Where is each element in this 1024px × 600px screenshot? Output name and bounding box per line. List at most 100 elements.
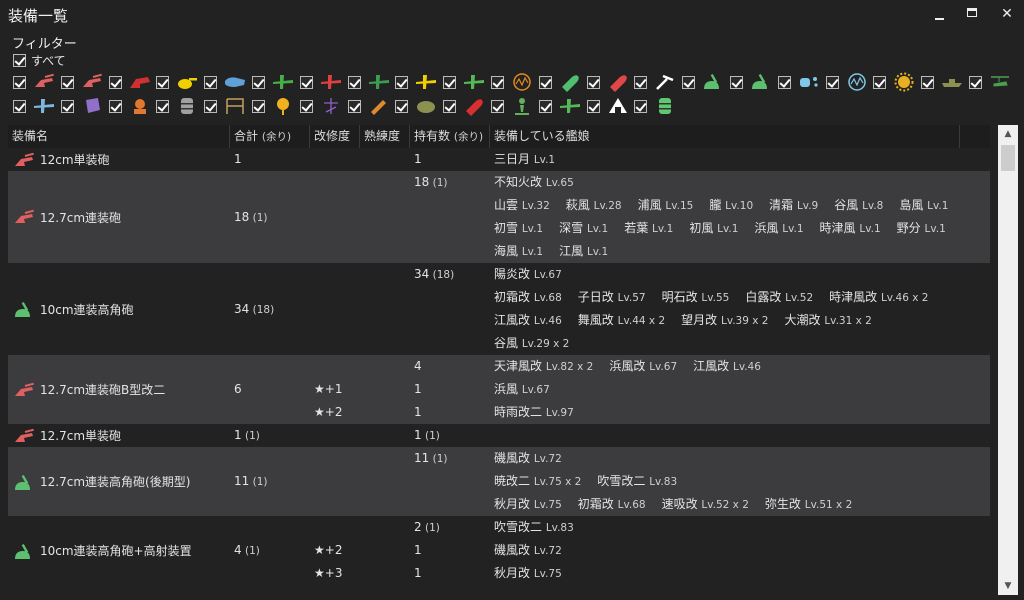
filter-checkbox[interactable] — [156, 75, 170, 89]
owned-count: 1 — [414, 566, 422, 580]
filter-checkbox[interactable] — [538, 75, 552, 89]
filter-item-dive-bomber[interactable] — [299, 71, 348, 93]
filter-checkbox[interactable] — [682, 75, 696, 89]
filter-checkbox[interactable] — [968, 75, 982, 89]
scroll-thumb[interactable] — [1001, 145, 1015, 171]
filter-checkbox[interactable] — [586, 75, 600, 89]
filter-item-engine[interactable] — [873, 71, 921, 93]
filter-item-landing-craft[interactable] — [921, 71, 969, 93]
filter-item-aa-shell[interactable] — [538, 71, 587, 93]
vertical-scrollbar[interactable]: ▲ ▼ — [998, 125, 1018, 595]
filter-item-recon-plane[interactable] — [395, 71, 443, 93]
filter-checkbox[interactable] — [299, 99, 313, 113]
filter-checkbox[interactable] — [204, 75, 218, 89]
header-total[interactable]: 合計 (余り) — [230, 125, 310, 148]
filter-item-aa-director[interactable] — [395, 95, 443, 117]
filter-checkbox[interactable] — [586, 99, 600, 113]
filter-item-extra-armor[interactable] — [60, 95, 109, 117]
filter-item-ration[interactable] — [586, 95, 635, 117]
filter-checkbox[interactable] — [777, 75, 791, 89]
filter-checkbox[interactable] — [395, 99, 409, 113]
filter-item-repair-facility[interactable] — [204, 95, 252, 117]
table-row[interactable]: 12.7cm連装砲 18 (1) 18 (1) 不知火改 Lv.65 山雲 Lv.32 萩… — [8, 171, 990, 263]
owned-count: 1 — [414, 152, 422, 166]
filter-checkbox[interactable] — [538, 99, 552, 113]
filter-checkbox[interactable] — [204, 99, 218, 113]
equipment-name-cell: 12.7cm連装砲 — [12, 208, 121, 226]
filter-item-drum-canister[interactable] — [156, 95, 204, 117]
table-row[interactable]: 12.7cm連装砲B型改二 6 4 天津風改 Lv.82 x 2 浜風改 Lv.67 江風… — [8, 355, 990, 424]
filter-checkbox[interactable] — [921, 75, 935, 89]
filter-checkbox[interactable] — [108, 75, 122, 89]
filter-checkbox[interactable] — [156, 99, 170, 113]
filter-item-rocket[interactable] — [443, 95, 491, 117]
filter-item-medium-gun[interactable] — [60, 71, 109, 93]
filter-item-depth-charge[interactable] — [777, 71, 826, 93]
filter-item-aa-gun[interactable] — [682, 71, 730, 93]
torpedo-bomber-icon — [367, 72, 391, 92]
scroll-down-button[interactable]: ▼ — [998, 577, 1018, 595]
header-ships[interactable]: 装備している艦娘 — [490, 125, 960, 148]
filter-item-seaplane[interactable] — [443, 71, 491, 93]
maximize-button[interactable] — [958, 3, 986, 25]
minimize-button[interactable] — [925, 3, 953, 25]
header-owned[interactable]: 持有数 (余り) — [410, 125, 490, 148]
table-row[interactable]: 10cm連装高角砲+高射装置 4 (1) 2 (1) 吹雪改二 Lv.83 ★+2 1 磯風… — [8, 516, 990, 585]
filter-item-fighter[interactable] — [251, 71, 300, 93]
filter-checkbox[interactable] — [729, 75, 743, 89]
filter-checkbox[interactable] — [825, 75, 839, 89]
title-bar[interactable]: 装備一覧 ✕ — [0, 0, 1024, 28]
filter-item-asw-patrol[interactable] — [13, 95, 61, 117]
filter-checkbox[interactable] — [60, 99, 74, 113]
filter-item-secondary-gun[interactable] — [156, 71, 204, 93]
filter-item-radar[interactable] — [490, 71, 539, 93]
filter-item-star-shell[interactable] — [251, 95, 300, 117]
filter-checkbox[interactable] — [490, 75, 504, 89]
filter-item-damecon[interactable] — [634, 71, 682, 93]
filter-checkbox[interactable] — [490, 99, 504, 113]
header-improve[interactable]: 改修度 — [310, 125, 360, 148]
filter-item-autogyro[interactable] — [968, 71, 1017, 93]
filter-checkbox[interactable] — [443, 99, 457, 113]
filter-checkbox[interactable] — [251, 99, 265, 113]
filter-checkbox[interactable] — [634, 75, 648, 89]
damecon-icon — [653, 72, 677, 92]
filter-checkbox[interactable] — [873, 75, 887, 89]
filter-item-torpedo-bomber[interactable] — [347, 71, 396, 93]
filter-checkbox[interactable] — [60, 75, 74, 89]
filter-checkbox[interactable] — [108, 99, 122, 113]
filter-item-torpedo[interactable] — [204, 71, 252, 93]
filter-item-small-gun[interactable] — [13, 71, 61, 93]
filter-item-sonar[interactable] — [825, 71, 874, 93]
table-row[interactable]: 10cm連装高角砲 34 (18) 34 (18) 陽炎改 Lv.67 初霜改 Lv.6… — [8, 263, 990, 355]
filter-checkbox[interactable] — [13, 75, 26, 89]
filter-item-command-facility[interactable] — [299, 95, 348, 117]
filter-checkbox[interactable] — [634, 99, 648, 113]
ap-shell-icon — [606, 72, 630, 92]
filter-checkbox[interactable] — [347, 99, 361, 113]
filter-checkbox[interactable] — [347, 75, 361, 89]
header-name[interactable]: 装備名 — [8, 125, 230, 148]
table-row[interactable]: 12.7cm連装高角砲(後期型) 11 (1) 11 (1) 磯風改 Lv.72 暁改二… — [8, 447, 990, 516]
filter-item-searchlight[interactable] — [108, 95, 157, 117]
filter-item-high-angle-gun[interactable] — [729, 71, 778, 93]
filter-checkbox[interactable] — [395, 75, 409, 89]
filter-item-aviation-personnel[interactable] — [347, 95, 396, 117]
table-row[interactable]: 12.7cm単装砲 1 (1) 1 (1) — [8, 424, 990, 447]
close-button[interactable]: ✕ — [993, 3, 1021, 25]
filter-item-flying-boat[interactable] — [538, 95, 587, 117]
filter-item-supply[interactable] — [634, 95, 682, 117]
filter-all-checkbox[interactable] — [13, 53, 26, 67]
filter-checkbox[interactable] — [251, 75, 265, 89]
improvement-level: ★+2 — [314, 405, 343, 419]
filter-item-large-gun[interactable] — [108, 71, 157, 93]
header-skill[interactable]: 熟練度 — [360, 125, 410, 148]
filter-item-lookout[interactable] — [490, 95, 539, 117]
filter-checkbox[interactable] — [13, 99, 26, 113]
table-row[interactable]: 12cm単装砲 1 1 三日月 Lv.1 — [8, 148, 990, 171]
filter-all[interactable]: すべて — [13, 52, 66, 68]
scroll-up-button[interactable]: ▲ — [998, 125, 1018, 143]
filter-item-ap-shell[interactable] — [586, 71, 635, 93]
filter-checkbox[interactable] — [443, 75, 457, 89]
filter-checkbox[interactable] — [299, 75, 313, 89]
